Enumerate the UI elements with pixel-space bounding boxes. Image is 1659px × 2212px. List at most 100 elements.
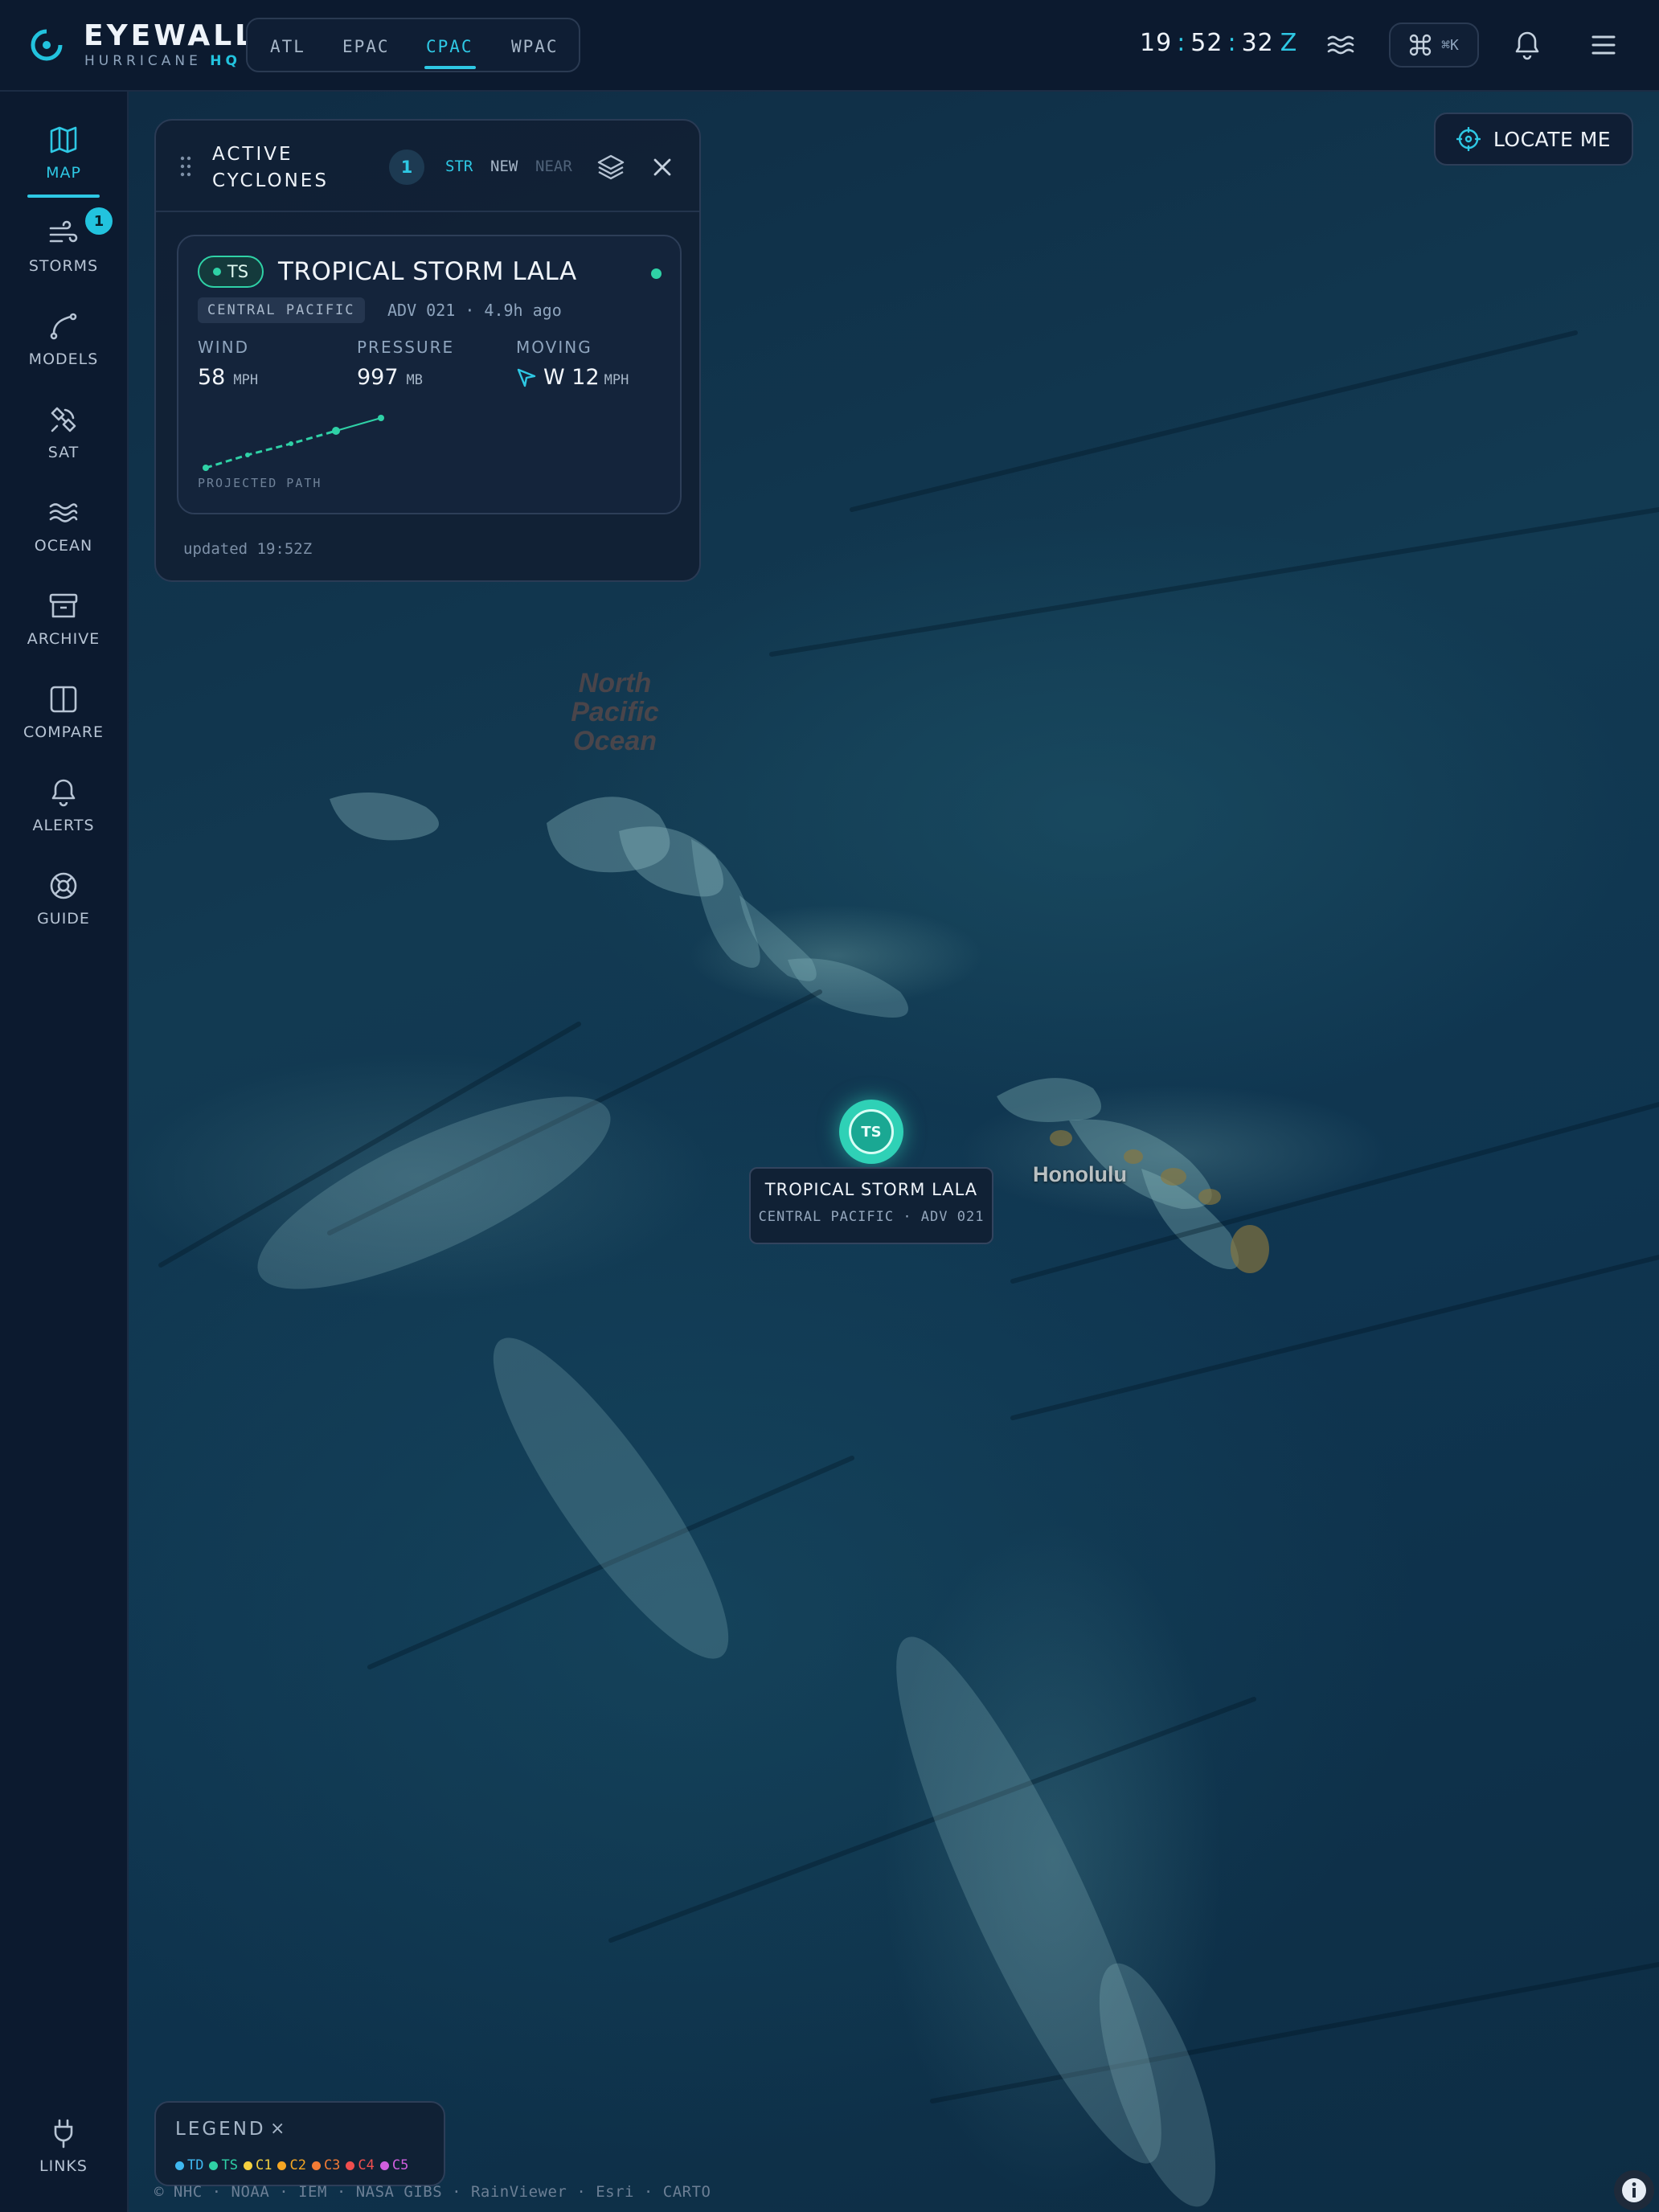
- pressure-value: 997 MB: [357, 365, 424, 390]
- satellite-icon: [51, 407, 76, 432]
- legend-dot-icon: [209, 2161, 219, 2170]
- sidebar: MAP STORMS 1 MODELS SAT OCEAN ARCHIVE CO…: [0, 92, 129, 2212]
- main-menu-button[interactable]: [1588, 29, 1619, 61]
- notifications-button[interactable]: [1511, 27, 1543, 63]
- columns-icon: [50, 686, 77, 713]
- basin-tab-atl[interactable]: ATL: [270, 37, 305, 56]
- waves-icon: [1327, 35, 1354, 55]
- legend-item-ts: TS: [209, 2157, 238, 2173]
- legend-dot-icon: [379, 2161, 389, 2170]
- sidebar-item-links[interactable]: LINKS: [0, 2109, 127, 2189]
- bell-icon: [51, 779, 76, 807]
- category-dot-icon: [212, 268, 221, 276]
- moving-label: MOVING: [516, 338, 592, 357]
- brand-title: EYEWALL: [84, 19, 257, 52]
- sort-strength[interactable]: STR: [445, 158, 473, 175]
- legend-item-c5: C5: [379, 2157, 409, 2173]
- basin-tab-epac[interactable]: EPAC: [342, 37, 390, 56]
- info-icon: [1622, 2178, 1646, 2202]
- legend-item-label: TS: [221, 2157, 238, 2173]
- active-basin-indicator: [424, 66, 476, 69]
- legend-item-label: C5: [391, 2157, 409, 2173]
- projected-path-label: PROJECTED PATH: [198, 476, 322, 490]
- pressure-label: PRESSURE: [357, 338, 455, 357]
- legend-item-c4: C4: [346, 2157, 375, 2173]
- command-icon: [1409, 34, 1432, 56]
- category-badge: TS: [198, 256, 264, 288]
- sort-newest[interactable]: NEW: [490, 158, 518, 175]
- archive-icon: [49, 593, 78, 618]
- ocean-layer-button[interactable]: [1323, 27, 1358, 63]
- legend-item-label: C3: [323, 2157, 341, 2173]
- legend-item-label: C4: [358, 2157, 375, 2173]
- lifebuoy-icon: [50, 872, 77, 899]
- basin-tab-wpac[interactable]: WPAC: [511, 37, 559, 56]
- active-nav-indicator: [27, 195, 100, 198]
- storm-marker[interactable]: TS: [849, 1109, 894, 1154]
- legend-item-c2: C2: [277, 2157, 306, 2173]
- navigation-arrow-icon: [517, 368, 536, 387]
- map-icon: [50, 126, 77, 154]
- crosshair-icon: [1456, 127, 1481, 151]
- waves-icon: [49, 503, 78, 522]
- sidebar-item-compare[interactable]: COMPARE: [0, 675, 127, 756]
- sort-nearest[interactable]: NEAR: [535, 158, 572, 175]
- close-icon[interactable]: [651, 156, 674, 178]
- plug-icon: [54, 2119, 73, 2149]
- basin-tab-cpac[interactable]: CPAC: [426, 37, 473, 56]
- sidebar-item-sat[interactable]: SAT: [0, 395, 127, 476]
- legend-item-td: TD: [175, 2157, 203, 2173]
- spline-icon: [50, 313, 77, 340]
- legend-item-label: C1: [255, 2157, 272, 2173]
- drag-handle-icon[interactable]: [180, 156, 191, 177]
- legend-close-button[interactable]: ×: [270, 2119, 285, 2139]
- legend-title: LEGEND: [175, 2119, 266, 2140]
- wind-value: 58 MPH: [198, 365, 259, 390]
- legend-item-c3: C3: [311, 2157, 341, 2173]
- sidebar-item-label: LINKS: [39, 2157, 88, 2175]
- tooltip-storm-sub: CENTRAL PACIFIC · ADV 021: [758, 1209, 985, 1225]
- storm-name: TROPICAL STORM LALA: [278, 257, 577, 286]
- basin-switcher: ATL EPAC CPAC WPAC: [246, 18, 580, 72]
- top-bar: EYEWALL HURRICANE HQ ATL EPAC CPAC WPAC …: [0, 0, 1659, 92]
- legend-item-c1: C1: [243, 2157, 272, 2173]
- sidebar-item-label: MAP: [46, 164, 81, 182]
- sidebar-item-models[interactable]: MODELS: [0, 302, 127, 383]
- command-palette-button[interactable]: ⌘K: [1389, 23, 1479, 68]
- sidebar-item-ocean[interactable]: OCEAN: [0, 489, 127, 569]
- legend-dot-icon: [175, 2161, 184, 2170]
- sidebar-item-label: SAT: [47, 444, 80, 461]
- map-info-button[interactable]: [1614, 2170, 1654, 2210]
- storm-marker-tooltip: TROPICAL STORM LALA CENTRAL PACIFIC · AD…: [749, 1167, 993, 1244]
- shortcut-hint: ⌘K: [1441, 36, 1459, 54]
- active-count-badge: 1: [389, 150, 424, 185]
- tooltip-storm-name: TROPICAL STORM LALA: [764, 1180, 978, 1199]
- sidebar-item-label: COMPARE: [23, 723, 104, 741]
- eyewall-logo-icon[interactable]: [29, 27, 64, 63]
- bell-icon: [1515, 31, 1539, 60]
- locate-me-button[interactable]: LOCATE ME: [1434, 113, 1633, 166]
- map-attribution: © NHC · NOAA · IEM · NASA GIBS · RainVie…: [154, 2183, 711, 2201]
- projected-path-sparkline: [203, 415, 384, 471]
- wind-label: WIND: [198, 338, 250, 357]
- ocean-label: North Pacific Ocean: [571, 668, 659, 756]
- sidebar-item-label: STORMS: [28, 257, 99, 275]
- sidebar-item-label: OCEAN: [34, 537, 93, 555]
- sidebar-item-archive[interactable]: ARCHIVE: [0, 582, 127, 662]
- active-cyclones-panel: ACTIVE CYCLONES 1 STR NEW NEAR TS TROPIC…: [154, 119, 701, 582]
- wind-icon: [49, 220, 78, 243]
- legend-dot-icon: [346, 2161, 355, 2170]
- layers-icon[interactable]: [596, 153, 625, 182]
- moving-value: W 12 MPH: [516, 365, 629, 390]
- sidebar-item-label: ALERTS: [32, 817, 95, 834]
- sidebar-item-label: GUIDE: [37, 910, 90, 928]
- city-label-honolulu: Honolulu: [1033, 1162, 1127, 1186]
- storm-card[interactable]: TS TROPICAL STORM LALA CENTRAL PACIFIC A…: [177, 235, 682, 514]
- last-updated: updated 19:52Z: [183, 540, 313, 558]
- sidebar-item-guide[interactable]: GUIDE: [0, 862, 127, 942]
- sidebar-item-map[interactable]: MAP: [0, 116, 127, 196]
- sidebar-item-alerts[interactable]: ALERTS: [0, 768, 127, 849]
- storms-count-badge: 1: [85, 207, 113, 235]
- sidebar-item-label: MODELS: [28, 350, 99, 368]
- brand-subtitle: HURRICANE HQ: [84, 53, 241, 69]
